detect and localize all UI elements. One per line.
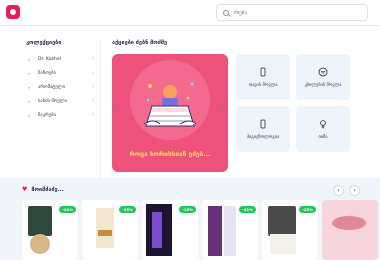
sidebar-item-label: Dr. Kozhel (38, 56, 61, 62)
product-image (208, 206, 222, 256)
sidebar-item-label: არომატული (38, 84, 66, 90)
sidebar-item-face-care[interactable]: » სახის მოვლა › (28, 96, 94, 106)
product-image (28, 206, 52, 236)
category-tile-teeth[interactable]: კბილების მოვლა (296, 54, 350, 100)
sidebar-item-label: ნაკრები (38, 112, 56, 118)
top-header (0, 0, 380, 26)
product-card[interactable]: -15% (142, 200, 198, 260)
product-label (98, 230, 112, 236)
banner-caption: როცა ხორისხიან ეძებ... (129, 150, 211, 158)
promo-banner[interactable]: ‹ › როცა ხორისხიან ეძებ... (112, 54, 228, 172)
product-card[interactable] (322, 200, 378, 260)
double-chevron-icon: » (28, 98, 31, 104)
category-tile-hair[interactable]: თავის მოვლა (236, 54, 290, 100)
chevron-right-icon: › (92, 56, 94, 62)
products-next-button[interactable]: › (349, 185, 360, 196)
product-image (322, 200, 378, 260)
double-chevron-icon: » (28, 112, 31, 118)
products-title: ♥ მოიმძაძე... (22, 186, 64, 193)
sidebar-title: კოლექციები (26, 40, 62, 46)
products-prev-button[interactable]: ‹ (333, 185, 344, 196)
gender-icon (320, 119, 326, 128)
product-card[interactable]: -25% (82, 200, 138, 260)
tile-label: კბილების მოვლა (304, 82, 342, 88)
double-chevron-icon: » (28, 70, 31, 76)
tile-label: თავის მოვლა (248, 82, 278, 88)
tile-label: ჰიგიენოლოგია (246, 134, 280, 140)
products-title-text: მოიმძაძე... (31, 186, 64, 193)
discount-badge: -25% (299, 206, 316, 213)
search-box[interactable] (216, 4, 368, 21)
laptop-illustration (143, 82, 197, 127)
category-tile-hygiene[interactable]: ჰიგიენოლოგია (236, 106, 290, 152)
search-input[interactable] (234, 9, 354, 16)
heart-icon: ♥ (22, 186, 28, 193)
product-image (96, 208, 114, 248)
chevron-right-icon: › (92, 84, 94, 90)
banner-next-arrow[interactable]: › (221, 106, 225, 116)
product-box (224, 206, 236, 256)
chevron-right-icon: › (92, 98, 94, 104)
sidebar-item-sets[interactable]: » ნაკრები › (28, 110, 94, 120)
product-card[interactable]: -21% (202, 200, 258, 260)
product-lips (332, 216, 366, 230)
discount-badge: -21% (239, 206, 256, 213)
discount-badge: -25% (119, 206, 136, 213)
sidebar-item-label: სახის მოვლა (38, 98, 67, 104)
double-chevron-icon: » (28, 84, 31, 90)
brand-logo[interactable] (6, 5, 20, 19)
chevron-right-icon: › (92, 70, 94, 76)
product-tube (152, 212, 162, 248)
product-card[interactable]: -24% (22, 200, 78, 260)
category-tile-gender[interactable]: იიმა (296, 106, 350, 152)
tooth-icon (318, 67, 328, 76)
sidebar-item-dr-kozhel[interactable]: » Dr. Kozhel › (28, 54, 94, 64)
bottle-icon (260, 67, 266, 76)
product-image-compact (30, 234, 50, 254)
discount-badge: -24% (59, 206, 76, 213)
banner-prev-arrow[interactable]: ‹ (115, 106, 119, 116)
sidebar-item-aromatic[interactable]: » არომატული › (28, 82, 94, 92)
sidebar-item-label: ჩანთები (38, 70, 56, 76)
categories-title: აქციები ძებნ მოძმე (112, 40, 168, 46)
chevron-right-icon: › (92, 112, 94, 118)
sidebar-item-bags[interactable]: » ჩანთები › (28, 68, 94, 78)
product-card[interactable]: -25% (262, 200, 318, 260)
double-chevron-icon: » (28, 56, 31, 62)
search-icon (223, 9, 229, 16)
phone-icon (260, 119, 266, 128)
product-jar (270, 234, 296, 254)
column-divider (100, 40, 101, 180)
product-image (268, 206, 296, 236)
tile-label: იიმა (318, 134, 328, 140)
discount-badge: -15% (179, 206, 196, 213)
